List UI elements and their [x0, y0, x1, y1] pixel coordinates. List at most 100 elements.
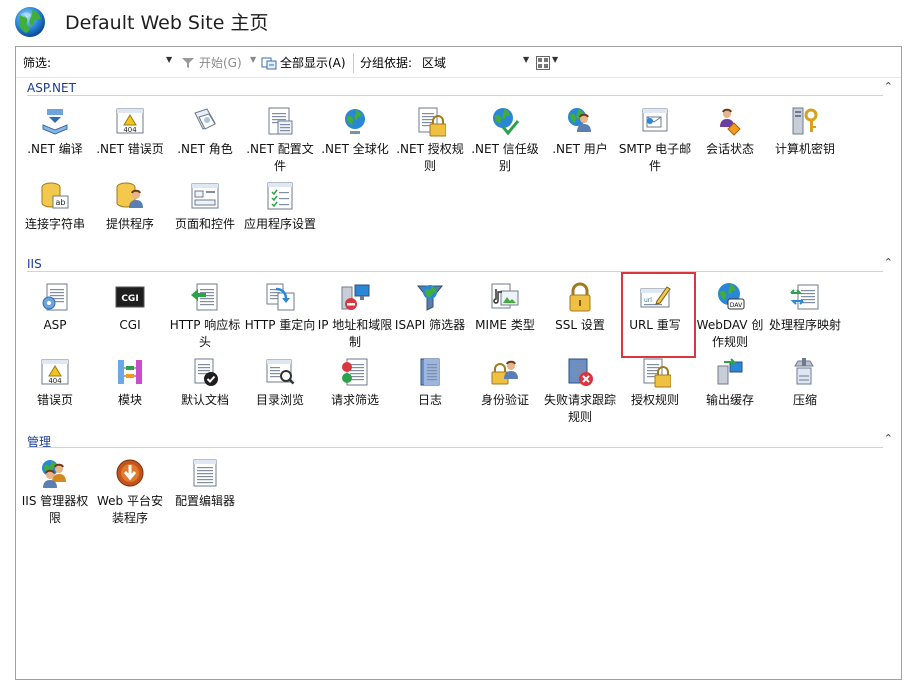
profile-icon — [264, 105, 296, 137]
feature-tile-http-headers[interactable]: HTTP 响应标头 — [167, 275, 243, 349]
feature-label: 提供程序 — [105, 217, 154, 231]
feature-tile-logging[interactable]: 日志 — [392, 350, 468, 424]
section-divider — [27, 271, 883, 272]
feature-tile-pages-controls[interactable]: 页面和控件 — [167, 174, 243, 248]
auth-rules-icon — [639, 356, 672, 388]
http-headers-icon — [189, 281, 221, 313]
pages-controls-icon — [189, 180, 221, 212]
feature-tile-roles[interactable]: .NET 角色 — [167, 99, 243, 173]
feature-tile-redirect[interactable]: HTTP 重定向 — [242, 275, 318, 349]
feature-tile-authentication[interactable]: 身份验证 — [467, 350, 543, 424]
show-all-button[interactable]: 全部显示(A) — [280, 55, 346, 71]
ip-restriction-icon — [339, 281, 371, 313]
feature-label: CGI — [119, 318, 141, 332]
feature-tile-error-404[interactable]: 404 .NET 错误页 — [92, 99, 168, 173]
logging-icon — [414, 356, 446, 388]
group-by-select[interactable]: 区域 — [420, 54, 530, 72]
feature-tile-compression[interactable]: 压缩 — [767, 350, 843, 424]
feature-label: 连接字符串 — [24, 217, 85, 231]
feature-label: IP 地址和域限制 — [317, 318, 393, 349]
feature-tile-webdav[interactable]: DAV WebDAV 创作规则 — [692, 275, 768, 349]
redirect-icon — [264, 281, 296, 313]
start-button[interactable]: 开始(G) — [199, 55, 242, 71]
feature-tile-session[interactable]: 会话状态 — [692, 99, 768, 173]
feature-tile-connection-string[interactable]: ab 连接字符串 — [17, 174, 93, 248]
feature-tile-machine-key[interactable]: 计算机密钥 — [767, 99, 843, 173]
feature-label: 请求筛选 — [330, 393, 379, 407]
feature-label: HTTP 重定向 — [244, 318, 316, 332]
feature-tile-ip-restriction[interactable]: IP 地址和域限制 — [317, 275, 393, 349]
show-all-icon — [261, 57, 277, 70]
group-by-label: 分组依据: — [360, 56, 413, 70]
view-icon[interactable] — [536, 56, 550, 70]
feature-tile-providers[interactable]: 提供程序 — [92, 174, 168, 248]
section-title: IIS — [27, 257, 42, 271]
users-icon — [564, 105, 596, 137]
feature-tile-request-filtering[interactable]: 请求筛选 — [317, 350, 393, 424]
feature-tile-users[interactable]: .NET 用户 — [542, 99, 618, 173]
feature-label: 身份验证 — [480, 393, 529, 407]
collapse-chevron-icon[interactable]: ⌃ — [884, 80, 893, 93]
feature-tile-error-404[interactable]: 404 错误页 — [17, 350, 93, 424]
feature-tile-compile[interactable]: .NET 编译 — [17, 99, 93, 173]
feature-tile-manager-permissions[interactable]: IIS 管理器权限 — [17, 451, 93, 525]
filter-dropdown-icon[interactable]: ▼ — [166, 55, 172, 64]
feature-label: IIS 管理器权限 — [21, 494, 89, 525]
collapse-chevron-icon[interactable]: ⌃ — [884, 432, 893, 445]
feature-tile-app-settings[interactable]: 应用程序设置 — [242, 174, 318, 248]
lock-icon — [564, 281, 596, 313]
feature-tile-default-document[interactable]: 默认文档 — [167, 350, 243, 424]
toolbar: 筛选: ▼ 开始(G) ▼ 全部显示(A) 分组依据: 区域 ▼ ▼ — [16, 47, 901, 78]
feature-tile-globe[interactable]: .NET 全球化 — [317, 99, 393, 173]
globe-icon — [339, 105, 371, 137]
collapse-chevron-icon[interactable]: ⌃ — [884, 256, 893, 269]
feature-label: WebDAV 创作规则 — [696, 318, 764, 349]
feature-label: MIME 类型 — [475, 318, 535, 332]
view-dropdown-icon[interactable]: ▼ — [552, 55, 558, 64]
providers-icon — [114, 180, 146, 212]
feature-tile-directory-browsing[interactable]: 目录浏览 — [242, 350, 318, 424]
section-header[interactable]: ASP.NET ⌃ — [16, 79, 901, 97]
feature-label: .NET 用户 — [552, 142, 608, 156]
feature-label: HTTP 响应标头 — [169, 318, 241, 349]
feature-label: 处理程序映射 — [768, 318, 841, 332]
section-header[interactable]: IIS ⌃ — [16, 255, 901, 273]
feature-tile-mime[interactable]: MIME 类型 — [467, 275, 543, 349]
section-0: ASP.NET ⌃ .NET 编译 404 .NET 错误页 .NET 角色 .NET 配置… — [16, 79, 901, 255]
default-document-icon — [189, 356, 221, 388]
email-icon — [639, 105, 671, 137]
section-header[interactable]: 管理 ⌃ — [16, 431, 901, 449]
feature-tile-auth-rules[interactable]: .NET 授权规则 — [392, 99, 468, 173]
feature-label: .NET 授权规则 — [396, 142, 464, 173]
filter-input[interactable] — [60, 54, 176, 72]
webdav-icon: DAV — [714, 281, 746, 313]
funnel-icon — [182, 58, 194, 68]
feature-tile-profile[interactable]: .NET 配置文件 — [242, 99, 318, 173]
feature-tile-trust-level[interactable]: .NET 信任级别 — [467, 99, 543, 173]
feature-label: 应用程序设置 — [243, 217, 316, 231]
feature-label: .NET 编译 — [27, 142, 83, 156]
feature-tile-failed-request[interactable]: 失败请求跟踪规则 — [542, 350, 618, 424]
feature-label: .NET 错误页 — [96, 142, 164, 156]
group-by-dropdown-icon[interactable]: ▼ — [523, 55, 529, 64]
section-title: ASP.NET — [27, 81, 76, 95]
start-dropdown-icon[interactable]: ▼ — [250, 55, 256, 64]
feature-tile-modules[interactable]: 模块 — [92, 350, 168, 424]
toolbar-separator — [353, 53, 354, 73]
manager-permissions-icon — [39, 457, 71, 489]
feature-tile-cgi[interactable]: CGI CGI — [92, 275, 168, 349]
directory-browsing-icon — [264, 356, 296, 388]
feature-tile-email[interactable]: SMTP 电子邮件 — [617, 99, 693, 173]
feature-tile-handler-mappings[interactable]: 处理程序映射 — [767, 275, 843, 349]
feature-tile-isapi-filter[interactable]: ISAPI 筛选器 — [392, 275, 468, 349]
feature-tile-config-editor[interactable]: 配置编辑器 — [167, 451, 243, 525]
feature-tile-web-platform[interactable]: Web 平台安装程序 — [92, 451, 168, 525]
feature-tile-lock[interactable]: SSL 设置 — [542, 275, 618, 349]
svg-text:ab: ab — [56, 198, 66, 207]
authentication-icon — [489, 356, 521, 388]
feature-label: 计算机密钥 — [774, 142, 835, 156]
cgi-icon: CGI — [114, 281, 146, 313]
feature-tile-asp[interactable]: ASP — [17, 275, 93, 349]
feature-tile-auth-rules[interactable]: 授权规则 — [617, 350, 693, 424]
feature-tile-output-cache[interactable]: 输出缓存 — [692, 350, 768, 424]
